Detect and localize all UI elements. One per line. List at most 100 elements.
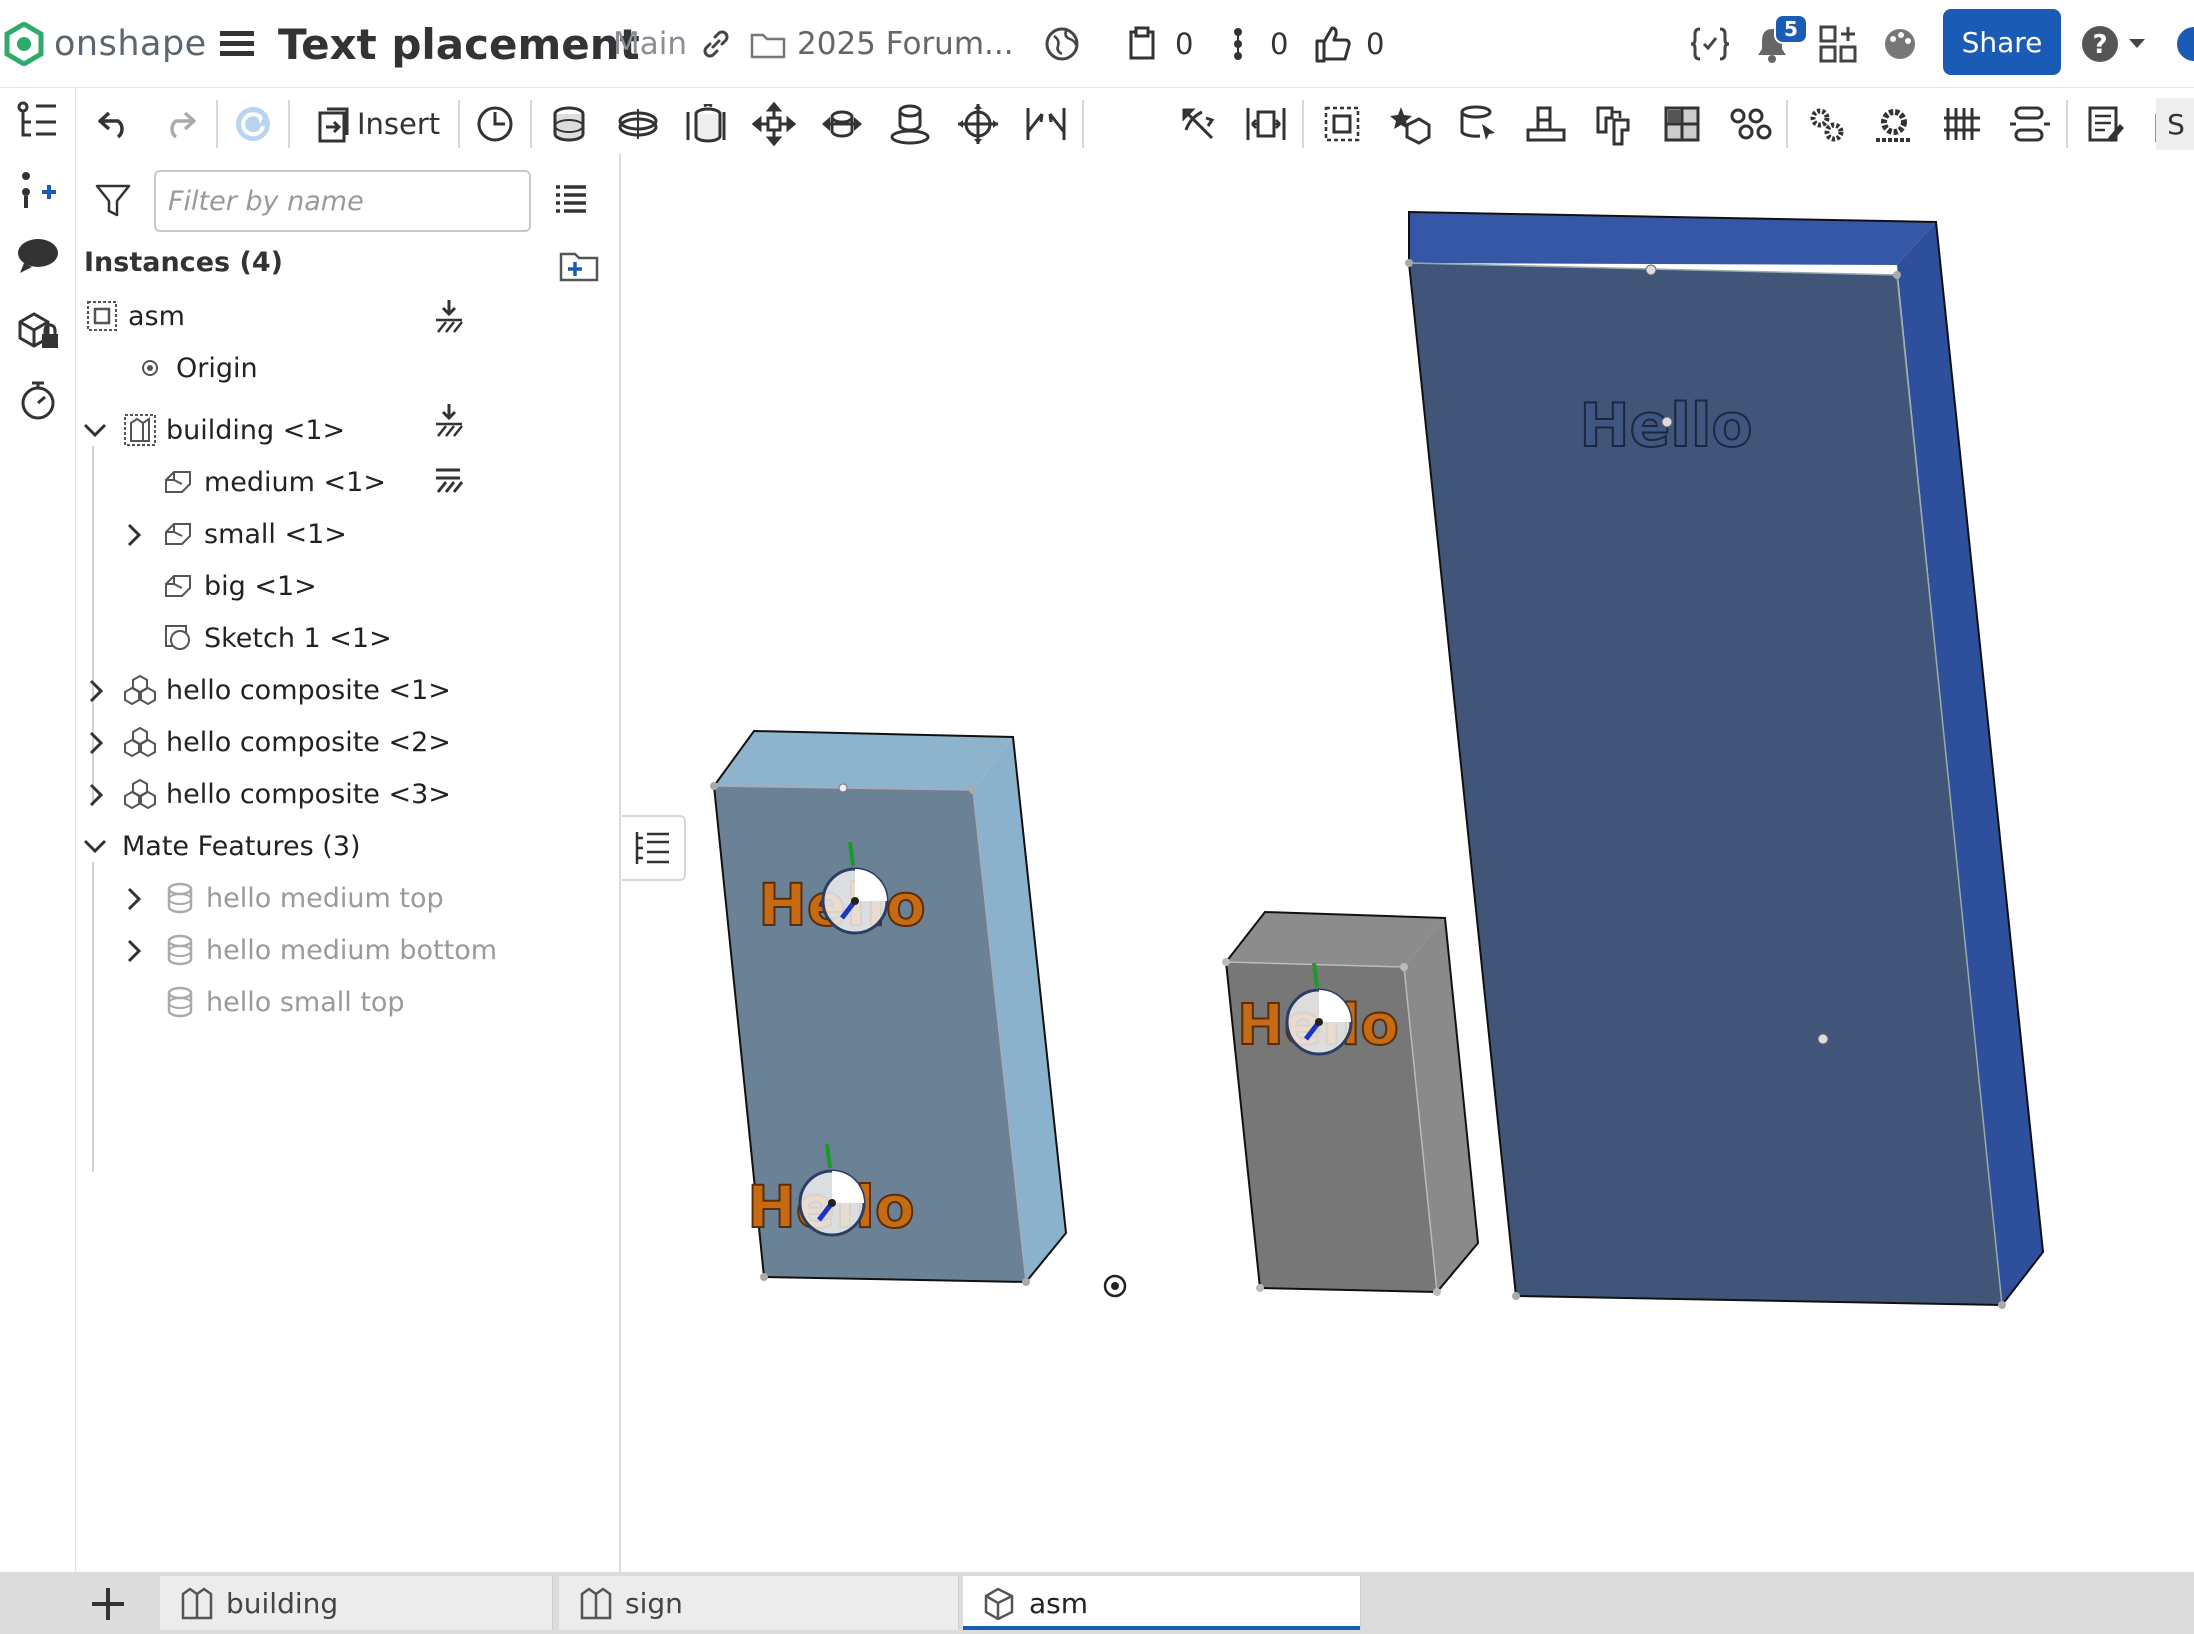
origin-icon [132, 350, 168, 386]
feature-tree-icon[interactable] [14, 96, 62, 144]
tree-item-hello-composite-3[interactable]: hello composite <3> [122, 772, 451, 816]
list-view-icon[interactable] [554, 182, 588, 216]
mate-features-header[interactable]: Mate Features (3) [122, 824, 361, 868]
chevron-down-icon[interactable] [80, 416, 110, 446]
folder-breadcrumb[interactable]: 2025 Forum... [797, 26, 1014, 62]
relation-icon[interactable] [1456, 102, 1500, 146]
versions-icon[interactable] [1125, 0, 1161, 88]
link-icon[interactable] [700, 0, 732, 88]
revolute-mate-icon[interactable] [616, 102, 660, 146]
slider-mate-icon[interactable] [684, 102, 728, 146]
add-tab-icon[interactable] [88, 1584, 128, 1624]
rack-pinion-icon[interactable] [1940, 102, 1984, 146]
chevron-right-icon[interactable] [120, 936, 150, 966]
parallel-mate-icon[interactable] [1024, 102, 1068, 146]
chevron-right-icon[interactable] [120, 520, 150, 550]
document-title[interactable]: Text placement [278, 20, 640, 69]
composite-icon [122, 776, 158, 812]
mate-item-hello-small-top[interactable]: hello small top [162, 980, 405, 1024]
onshape-logo[interactable]: onshape [4, 0, 207, 88]
gear-relation-icon[interactable] [1872, 102, 1916, 146]
workspace-name[interactable]: Main [613, 26, 687, 62]
tree-item-sketch[interactable]: Sketch 1 <1> [160, 616, 392, 660]
chevron-down-icon[interactable] [2128, 0, 2146, 88]
chevron-right-icon[interactable] [82, 728, 112, 758]
chevron-right-icon[interactable] [82, 780, 112, 810]
cylindrical-mate-icon[interactable] [820, 102, 864, 146]
part-studio-icon [122, 412, 158, 448]
tangent-mate-icon[interactable] [1176, 102, 1220, 146]
ground-icon[interactable] [432, 466, 468, 502]
gear-icon[interactable] [1804, 102, 1848, 146]
fix-icon[interactable] [432, 402, 468, 438]
toolbar-overflow[interactable]: S [2156, 98, 2194, 150]
tree-item-big[interactable]: big <1> [160, 564, 317, 608]
linear-relation-icon[interactable] [2008, 102, 2052, 146]
tab-asm[interactable]: asm [963, 1576, 1361, 1630]
chevron-right-icon[interactable] [120, 884, 150, 914]
group-icon[interactable] [1320, 102, 1364, 146]
tree-item-hello-composite-1[interactable]: hello composite <1> [122, 668, 451, 712]
tree-item-building[interactable]: building <1> [122, 408, 345, 452]
insert-button-label[interactable]: Insert [357, 102, 440, 146]
ball-mate-icon[interactable] [956, 102, 1000, 146]
undo-icon[interactable] [92, 102, 136, 146]
mate-item-hello-medium-bottom[interactable]: hello medium bottom [162, 928, 497, 972]
collapse-panel-tab[interactable] [622, 815, 686, 881]
redo-icon[interactable] [158, 102, 202, 146]
refresh-icon[interactable] [231, 102, 275, 146]
chat-icon[interactable] [2172, 0, 2194, 88]
filter-by-name-input[interactable] [154, 170, 531, 232]
fix-icon[interactable] [432, 298, 468, 334]
appearance-icon[interactable] [1882, 0, 1918, 88]
insert-icon[interactable] [312, 102, 356, 146]
comments-icon[interactable] [14, 232, 62, 280]
filter-icon[interactable] [94, 182, 132, 220]
bom-icon[interactable] [2084, 102, 2128, 146]
like-icon[interactable] [1313, 0, 1353, 88]
explode-icon[interactable] [1728, 102, 1772, 146]
assembly-origin-marker[interactable] [1103, 1274, 1127, 1298]
branches-icon[interactable] [1228, 0, 1248, 88]
mate-connector-icon[interactable] [1388, 102, 1432, 146]
tree-item-asm[interactable]: asm [84, 294, 185, 338]
mate-item-label: hello small top [206, 986, 405, 1018]
graphics-viewport[interactable]: Hello Hello Hello [623, 154, 2194, 1572]
viewport-canvas[interactable]: Hello Hello Hello [623, 154, 2194, 1572]
share-button[interactable]: Share [1943, 9, 2061, 75]
app-store-icon[interactable] [1818, 0, 1858, 88]
mate-item-hello-medium-top[interactable]: hello medium top [162, 876, 444, 920]
timer-icon[interactable] [14, 376, 62, 424]
tree-item-small[interactable]: small <1> [160, 512, 347, 556]
tree-item-hello-composite-2[interactable]: hello composite <2> [122, 720, 451, 764]
tab-building[interactable]: building [160, 1576, 553, 1630]
fastened-mate-icon[interactable] [547, 102, 591, 146]
replicate-icon[interactable] [1592, 102, 1636, 146]
pin-slot-mate-icon[interactable] [888, 102, 932, 146]
tab-sign[interactable]: sign [559, 1576, 959, 1630]
small-block[interactable]: Hello [1222, 910, 1480, 1296]
top-header: onshape Text placement Main 2025 Forum..… [0, 0, 2194, 88]
tree-item-medium[interactable]: medium <1> [160, 460, 386, 504]
tree-item-label: hello composite <1> [166, 674, 451, 706]
variables-icon[interactable] [1690, 0, 1730, 88]
tab-label: building [226, 1586, 339, 1620]
big-block[interactable]: Hello [1405, 210, 2045, 1309]
planar-mate-icon[interactable] [752, 102, 796, 146]
tree-item-origin[interactable]: Origin [132, 346, 258, 390]
width-mate-icon[interactable] [1244, 102, 1288, 146]
medium-block[interactable]: Hello Hello [710, 729, 1068, 1286]
tree-item-label: hello composite <2> [166, 726, 451, 758]
assembly-pattern-icon[interactable] [1524, 102, 1568, 146]
section-view-icon[interactable] [1660, 102, 1704, 146]
new-folder-icon[interactable] [559, 248, 599, 282]
parts-lock-icon[interactable] [14, 306, 62, 354]
add-mate-icon[interactable] [14, 166, 62, 214]
menu-icon[interactable] [220, 0, 254, 88]
chevron-down-icon[interactable] [80, 832, 110, 862]
help-icon[interactable]: ? [2080, 0, 2120, 88]
folder-icon[interactable] [750, 0, 786, 88]
chevron-right-icon[interactable] [82, 676, 112, 706]
globe-icon[interactable] [1044, 0, 1080, 88]
clock-icon[interactable] [473, 102, 517, 146]
